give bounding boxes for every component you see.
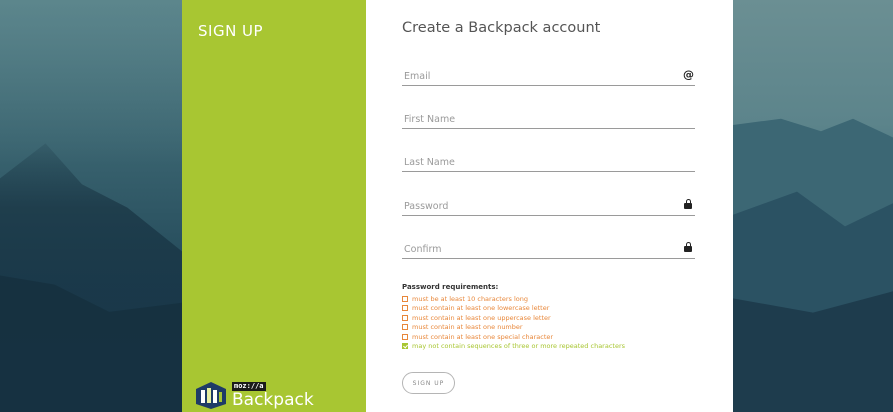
panel-title: SIGN UP bbox=[198, 22, 264, 40]
last-name-field-wrapper bbox=[402, 150, 695, 172]
confirm-password-input[interactable] bbox=[402, 237, 695, 258]
requirement-text: may not contain sequences of three or mo… bbox=[412, 342, 626, 351]
password-input[interactable] bbox=[402, 194, 695, 215]
checkbox-icon bbox=[402, 305, 408, 312]
sign-up-button[interactable]: SIGN UP bbox=[402, 372, 455, 394]
first-name-field-wrapper bbox=[402, 107, 695, 129]
checkbox-icon bbox=[402, 314, 408, 321]
requirement-item: must contain at least one uppercase lett… bbox=[402, 313, 625, 323]
requirement-item: must contain at least one lowercase lett… bbox=[402, 304, 625, 314]
requirement-text: must be at least 10 characters long bbox=[412, 294, 528, 303]
requirement-item: must contain at least one number bbox=[402, 323, 625, 333]
logo-text: moz://a Backpack bbox=[232, 381, 314, 410]
checkbox-icon bbox=[402, 295, 408, 302]
confirm-field-wrapper bbox=[402, 237, 695, 259]
signup-form-panel: Create a Backpack account @ Password req… bbox=[366, 0, 733, 412]
background-landscape-right bbox=[733, 0, 893, 412]
background-landscape-left bbox=[0, 0, 182, 412]
password-requirements-list: must be at least 10 characters long must… bbox=[402, 294, 625, 351]
signup-side-panel: SIGN UP moz://a Backpack bbox=[182, 0, 366, 412]
last-name-input[interactable] bbox=[402, 150, 695, 171]
form-title: Create a Backpack account bbox=[402, 20, 601, 36]
requirement-text: must contain at least one uppercase lett… bbox=[412, 313, 551, 322]
checkbox-icon bbox=[402, 333, 408, 340]
requirement-item: must be at least 10 characters long bbox=[402, 294, 625, 304]
backpack-logo: moz://a Backpack bbox=[194, 380, 314, 410]
at-icon: @ bbox=[683, 68, 694, 81]
lock-icon bbox=[684, 199, 692, 209]
product-name: Backpack bbox=[232, 389, 314, 410]
lock-icon bbox=[684, 242, 692, 252]
email-input[interactable] bbox=[402, 64, 695, 85]
requirement-item: must contain at least one special charac… bbox=[402, 332, 625, 342]
requirement-text: must contain at least one lowercase lett… bbox=[412, 304, 550, 313]
password-field-wrapper bbox=[402, 194, 695, 216]
email-field-wrapper: @ bbox=[402, 64, 695, 86]
checkmark-icon bbox=[402, 343, 408, 350]
requirement-text: must contain at least one number bbox=[412, 323, 523, 332]
requirement-text: must contain at least one special charac… bbox=[412, 332, 554, 341]
first-name-input[interactable] bbox=[402, 107, 695, 128]
requirement-item: may not contain sequences of three or mo… bbox=[402, 342, 625, 352]
password-requirements-title: Password requirements: bbox=[402, 283, 499, 291]
backpack-logo-icon bbox=[196, 382, 226, 409]
checkbox-icon bbox=[402, 324, 408, 331]
